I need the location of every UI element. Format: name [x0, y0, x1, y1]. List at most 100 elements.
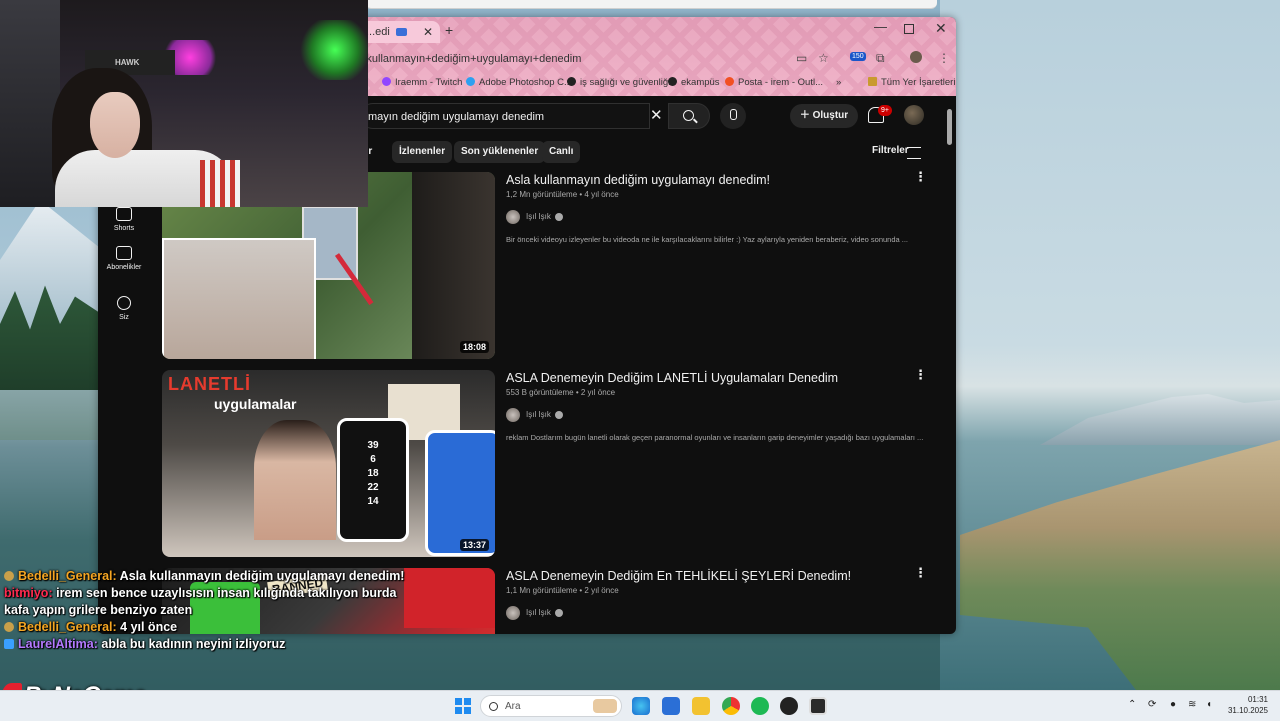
chip-most-viewed[interactable]: İzlenenler — [392, 141, 453, 163]
video-menu-icon[interactable]: ⋮ — [914, 367, 927, 383]
sidebar-item-subscriptions[interactable]: Abonelikler — [98, 246, 150, 271]
thumbnail-subtitle: uygulamalar — [214, 396, 297, 412]
channel-link-1[interactable]: Işıl Işık — [506, 210, 563, 224]
tab-close-icon[interactable]: ✕ — [423, 25, 433, 39]
bookmark-ekampus[interactable]: ekampüs — [668, 75, 720, 91]
create-button[interactable]: ＋ Oluştur — [790, 104, 858, 128]
filters-button[interactable]: Filtreler — [872, 145, 909, 156]
start-button[interactable] — [455, 698, 471, 714]
store-icon[interactable] — [662, 697, 680, 715]
outlook-icon — [725, 77, 734, 86]
spotify-icon[interactable] — [751, 697, 769, 715]
thumbnail-app-phone — [425, 430, 495, 556]
tray-overflow-icon[interactable]: ⌃ — [1128, 699, 1136, 710]
file-explorer-icon[interactable] — [692, 697, 710, 715]
bookmarks-overflow[interactable]: » — [836, 75, 841, 91]
voice-search-button[interactable] — [720, 103, 746, 129]
video-duration: 13:37 — [459, 539, 489, 551]
search-input[interactable]: mayın dediğim uygulamayı denedim — [360, 103, 650, 129]
video-menu-icon[interactable]: ⋮ — [914, 169, 927, 185]
channel-avatar — [506, 210, 520, 224]
cast-icon[interactable]: ▭ — [796, 51, 807, 65]
video-menu-icon[interactable]: ⋮ — [914, 565, 927, 581]
obs-icon[interactable] — [809, 697, 827, 715]
chat-message: Bedelli_General: Asla kullanmayın dediği… — [0, 568, 430, 585]
video-title-2[interactable]: ASLA Denemeyin Dediğim LANETLİ Uygulamal… — [506, 371, 896, 385]
bookmark-star-icon[interactable]: ☆ — [818, 51, 829, 65]
extension-badge[interactable]: 150 — [850, 52, 866, 61]
bookmark-twitch[interactable]: Iraemm - Twitch — [382, 75, 462, 91]
clear-search-icon[interactable]: ✕ — [650, 106, 663, 124]
page-scrollbar[interactable] — [947, 109, 952, 145]
windows-taskbar: Ara ⌃ ⟳ ● ≋ ◖ 01:31 31.10.2025 — [0, 690, 1280, 721]
app-icon[interactable] — [780, 697, 798, 715]
maximize-icon[interactable] — [904, 24, 914, 34]
webcam-overlay: HAWK — [0, 0, 368, 207]
video-title-3[interactable]: ASLA Denemeyin Dediğim En TEHLİKELİ ŞEYL… — [506, 569, 896, 583]
tab-title: ...edi — [366, 26, 390, 38]
thumbnail-person — [412, 172, 495, 359]
chip-live[interactable]: Canlı — [542, 141, 581, 163]
address-bar[interactable]: +kullanmayın+dediğim+uygulamayı+denedim — [360, 49, 956, 69]
sidebar-item-shorts[interactable]: Shorts — [98, 207, 150, 232]
edge-icon[interactable] — [632, 697, 650, 715]
channel-link-2[interactable]: Işıl Işık — [506, 408, 563, 422]
chat-username: LaurelAltima: — [18, 637, 98, 651]
chip-recent-uploads[interactable]: Son yüklenenler — [454, 141, 546, 163]
bookmark-photoshop[interactable]: Adobe Photoshop C... — [466, 75, 572, 91]
browser-menu-icon[interactable]: ⋮ — [938, 51, 950, 65]
minimize-icon[interactable]: — — [874, 19, 887, 34]
verified-icon — [554, 411, 563, 419]
chat-message: LaurelAltima: abla bu kadının neyini izl… — [0, 636, 430, 653]
video-duration: 18:08 — [459, 341, 489, 353]
channel-avatar — [506, 606, 520, 620]
chat-username: Bedelli_General: — [18, 569, 117, 583]
search-button[interactable] — [668, 103, 710, 129]
bookmark-site-icon — [567, 77, 576, 86]
chat-username: bitmiyo: — [4, 586, 53, 600]
bookmark-isg[interactable]: iş sağlığı ve güvenliği — [567, 75, 670, 91]
chat-text: abla bu kadının neyini izliyoruz — [101, 637, 286, 651]
verified-icon — [554, 213, 563, 221]
bookmark-site-icon — [668, 77, 677, 86]
notification-count-badge: 9+ — [878, 105, 892, 116]
extensions-icon[interactable]: ⧉ — [876, 51, 885, 66]
search-icon — [683, 110, 694, 121]
twitch-icon — [382, 77, 391, 86]
photoshop-icon — [466, 77, 475, 86]
system-clock[interactable]: 01:31 31.10.2025 — [1226, 694, 1268, 716]
chat-message: Bedelli_General: 4 yıl önce — [0, 619, 430, 636]
video-thumbnail-2[interactable]: LANETLİ uygulamalar 39 6 18 22 14 13:37 — [162, 370, 495, 557]
channel-avatar — [506, 408, 520, 422]
video-meta-1: 1,2 Mn görüntüleme • 4 yıl önce — [506, 190, 619, 199]
thumbnail-title: LANETLİ — [168, 374, 251, 394]
all-bookmarks[interactable]: Tüm Yer İşaretleri — [868, 75, 955, 91]
chrome-icon[interactable] — [722, 697, 740, 715]
video-description-1: Bir önceki videoyu izleyenler bu videoda… — [506, 235, 909, 244]
window-close-icon[interactable]: ✕ — [935, 20, 947, 37]
bookmark-outlook[interactable]: Posta - irem - Outl... — [725, 75, 823, 91]
mic-icon[interactable]: ● — [1170, 699, 1176, 710]
account-avatar[interactable] — [904, 105, 924, 125]
filters-icon[interactable] — [907, 147, 921, 159]
subscriptions-icon — [116, 246, 132, 260]
webcam-shelf — [0, 0, 60, 207]
streamer-jacket-stripe — [200, 160, 240, 207]
new-tab-icon[interactable]: + — [445, 22, 453, 38]
clock-date: 31.10.2025 — [1227, 706, 1268, 715]
video-title-1[interactable]: Asla kullanmayın dediğim uygulamayı dene… — [506, 173, 896, 187]
thumbnail-countdown-phone: 39 6 18 22 14 — [337, 418, 409, 542]
profile-avatar[interactable] — [910, 51, 922, 63]
chat-text: Asla kullanmayın dediğim uygulamayı dene… — [119, 569, 405, 583]
volume-icon[interactable]: ◖ — [1206, 699, 1212, 710]
streamer-face — [90, 92, 140, 158]
chat-message: bitmiyo: irem sen bence uzaylısısın insa… — [0, 585, 399, 619]
verified-icon — [554, 609, 563, 617]
sync-icon[interactable]: ⟳ — [1148, 699, 1156, 710]
wifi-icon[interactable]: ≋ — [1188, 699, 1196, 710]
channel-link-3[interactable]: Işıl Işık — [506, 606, 563, 620]
sidebar-item-you[interactable]: Siz — [98, 296, 150, 321]
taskbar-search[interactable]: Ara — [480, 695, 622, 717]
user-icon — [117, 296, 131, 310]
shorts-icon — [116, 207, 132, 221]
